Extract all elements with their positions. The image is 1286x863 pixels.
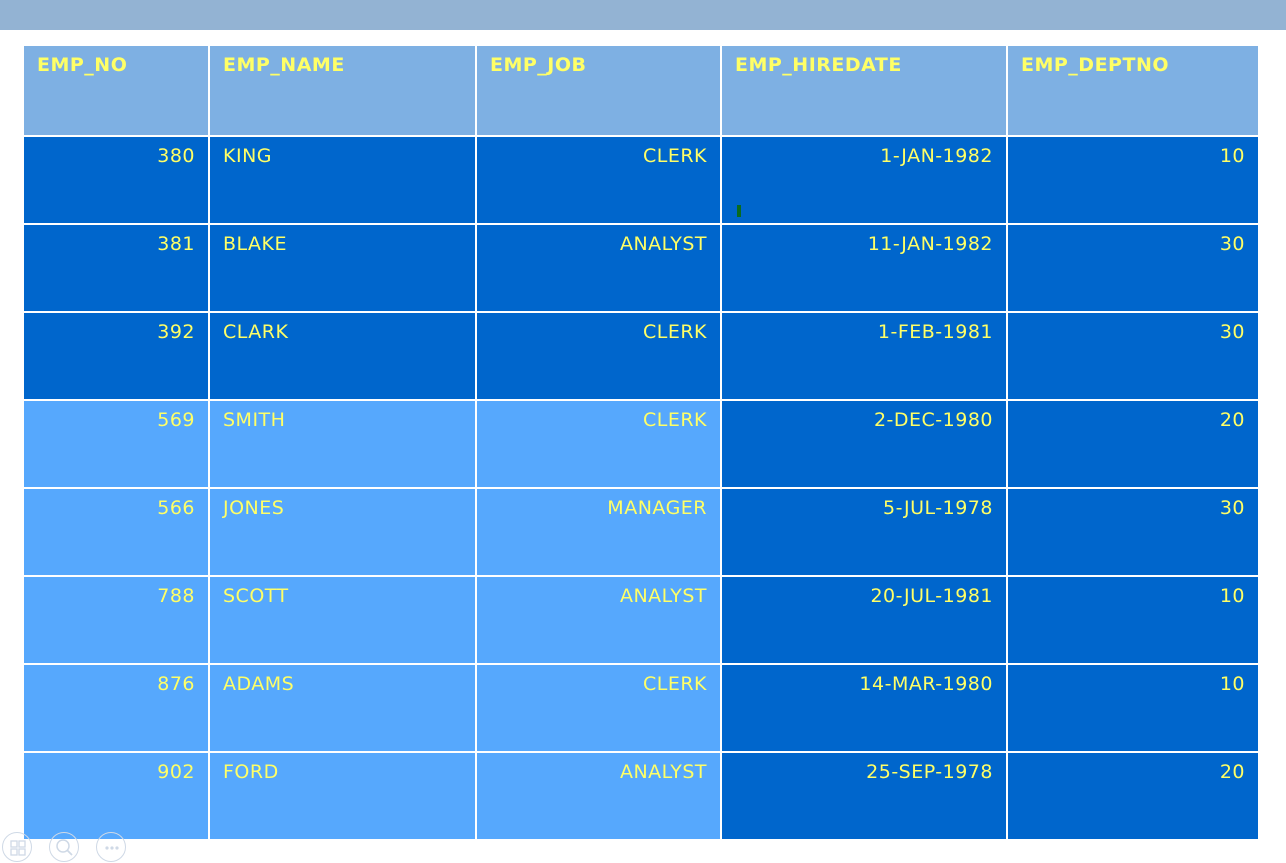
cell-emp-no: 569 — [22, 399, 210, 489]
cell-emp-deptno: 20 — [1006, 751, 1260, 841]
cell-emp-deptno: 10 — [1006, 135, 1260, 225]
cell-emp-job: CLERK — [475, 663, 722, 753]
cell-emp-deptno: 30 — [1006, 311, 1260, 401]
employee-table: EMP_NO EMP_NAME EMP_JOB EMP_HIREDATE EMP… — [22, 44, 1260, 841]
cell-emp-name: BLAKE — [208, 223, 477, 313]
table-row: 902 FORD ANALYST 25-SEP-1978 20 — [22, 751, 1260, 841]
cell-emp-hiredate: 1-FEB-1981 — [720, 311, 1008, 401]
table-row: 380 KING CLERK 1-JAN-1982 10 — [22, 135, 1260, 225]
more-options-icon[interactable] — [96, 832, 126, 862]
cell-emp-job: CLERK — [475, 311, 722, 401]
cell-emp-no: 566 — [22, 487, 210, 577]
table-row: 566 JONES MANAGER 5-JUL-1978 30 — [22, 487, 1260, 577]
cell-emp-no: 788 — [22, 575, 210, 665]
cell-emp-name: ADAMS — [208, 663, 477, 753]
cell-emp-deptno: 10 — [1006, 663, 1260, 753]
cell-emp-hiredate: 14-MAR-1980 — [720, 663, 1008, 753]
cell-emp-name: FORD — [208, 751, 477, 841]
zoom-icon[interactable] — [49, 832, 79, 862]
cell-emp-hiredate: 1-JAN-1982 — [720, 135, 1008, 225]
table-row: 381 BLAKE ANALYST 11-JAN-1982 30 — [22, 223, 1260, 313]
cell-emp-hiredate: 20-JUL-1981 — [720, 575, 1008, 665]
cell-emp-no: 380 — [22, 135, 210, 225]
header-emp-name: EMP_NAME — [208, 44, 477, 137]
cell-emp-name: SMITH — [208, 399, 477, 489]
cell-emp-job: MANAGER — [475, 487, 722, 577]
cell-emp-job: ANALYST — [475, 751, 722, 841]
cell-emp-hiredate: 11-JAN-1982 — [720, 223, 1008, 313]
cell-emp-no: 902 — [22, 751, 210, 841]
cell-emp-deptno: 10 — [1006, 575, 1260, 665]
cell-emp-deptno: 30 — [1006, 487, 1260, 577]
table-row: 392 CLARK CLERK 1-FEB-1981 30 — [22, 311, 1260, 401]
cell-emp-name: JONES — [208, 487, 477, 577]
cell-emp-hiredate: 5-JUL-1978 — [720, 487, 1008, 577]
top-bar — [0, 0, 1286, 30]
cell-emp-job: CLERK — [475, 135, 722, 225]
cell-emp-deptno: 30 — [1006, 223, 1260, 313]
cell-emp-hiredate: 2-DEC-1980 — [720, 399, 1008, 489]
header-emp-job: EMP_JOB — [475, 44, 722, 137]
cell-emp-job: CLERK — [475, 399, 722, 489]
table-row: 876 ADAMS CLERK 14-MAR-1980 10 — [22, 663, 1260, 753]
header-emp-deptno: EMP_DEPTNO — [1006, 44, 1260, 137]
cell-emp-deptno: 20 — [1006, 399, 1260, 489]
cell-emp-no: 392 — [22, 311, 210, 401]
text-cursor — [737, 205, 741, 217]
cell-emp-name: CLARK — [208, 311, 477, 401]
header-emp-no: EMP_NO — [22, 44, 210, 137]
cell-emp-job: ANALYST — [475, 223, 722, 313]
table-header-row: EMP_NO EMP_NAME EMP_JOB EMP_HIREDATE EMP… — [22, 44, 1260, 137]
slides-icon[interactable] — [2, 832, 32, 862]
cell-emp-hiredate: 25-SEP-1978 — [720, 751, 1008, 841]
cell-emp-job: ANALYST — [475, 575, 722, 665]
cell-emp-no: 381 — [22, 223, 210, 313]
header-emp-hiredate: EMP_HIREDATE — [720, 44, 1008, 137]
cell-emp-name: SCOTT — [208, 575, 477, 665]
cell-emp-name: KING — [208, 135, 477, 225]
table-row: 569 SMITH CLERK 2-DEC-1980 20 — [22, 399, 1260, 489]
table-row: 788 SCOTT ANALYST 20-JUL-1981 10 — [22, 575, 1260, 665]
cell-emp-no: 876 — [22, 663, 210, 753]
